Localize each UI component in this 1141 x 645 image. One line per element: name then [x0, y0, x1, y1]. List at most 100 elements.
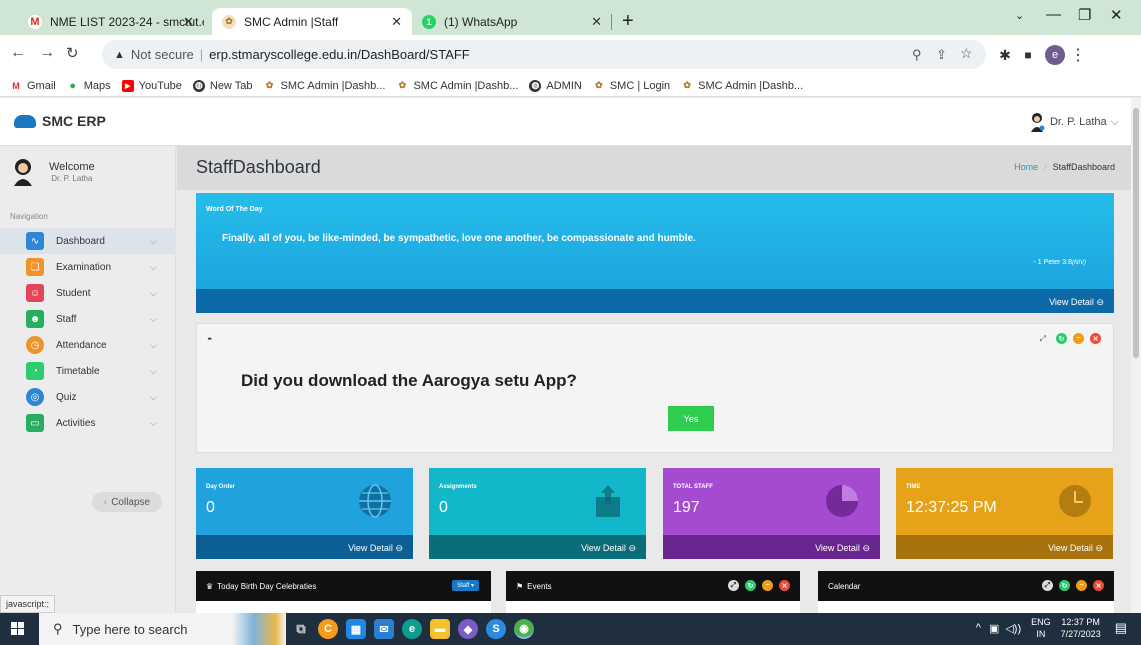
- bookmark-star-icon[interactable]: ☆: [960, 45, 973, 62]
- close-icon[interactable]: ✕: [1090, 333, 1101, 344]
- taskbar-clock[interactable]: 12:37 PM 7/27/2023: [1061, 616, 1101, 640]
- refresh-icon[interactable]: ↻: [1059, 580, 1070, 591]
- scrollbar-thumb[interactable]: [1133, 108, 1139, 358]
- side-panel-icon[interactable]: ■: [1018, 45, 1038, 65]
- expand-icon[interactable]: ⤢: [728, 580, 739, 591]
- zoom-icon[interactable]: ⚲: [912, 47, 922, 63]
- bookmark-smc-admin-1[interactable]: ✿ SMC Admin |Dashb...: [263, 80, 386, 92]
- collapse-label: Collapse: [111, 496, 151, 508]
- network-icon[interactable]: ▣: [989, 622, 999, 635]
- notification-icon[interactable]: ▤: [1115, 620, 1127, 636]
- refresh-icon[interactable]: ↻: [745, 580, 756, 591]
- minimize-icon[interactable]: −: [1076, 580, 1087, 591]
- stat-value: 0: [206, 499, 215, 516]
- pie-icon: [826, 485, 858, 517]
- new-tab-button[interactable]: +: [622, 10, 634, 33]
- store-icon[interactable]: ▦: [346, 619, 366, 639]
- app-logo[interactable]: SMC ERP: [14, 113, 106, 129]
- card-footer: View Detail ⊖: [429, 535, 646, 559]
- view-detail-link[interactable]: View Detail ⊖: [815, 543, 870, 554]
- collapse-button[interactable]: ‹ Collapse: [92, 492, 162, 512]
- close-icon[interactable]: ✕: [591, 14, 602, 30]
- view-detail-link[interactable]: View Detail ⊖: [1049, 297, 1104, 308]
- bookmark-smc-admin-3[interactable]: ✿ SMC Admin |Dashb...: [681, 80, 803, 92]
- clock-date: 7/27/2023: [1060, 629, 1101, 639]
- breadcrumb-home-link[interactable]: Home: [1014, 162, 1038, 172]
- smc-icon: ✿: [265, 80, 274, 90]
- minimize-icon[interactable]: −: [762, 580, 773, 591]
- page-scrollbar[interactable]: [1131, 98, 1141, 613]
- extensions-icon[interactable]: ✱: [995, 45, 1015, 65]
- edge-icon[interactable]: e: [402, 619, 422, 639]
- search-highlight-image: [232, 613, 286, 645]
- sidebar-item-attendance[interactable]: ◷ Attendance ⌵: [0, 332, 176, 358]
- verse-reference: - 1 Peter 3:8(NIV): [1033, 259, 1086, 266]
- sidebar-item-quiz[interactable]: ◎ Quiz ⌵: [0, 384, 176, 410]
- taskbar-search-input[interactable]: ⚲ Type here to search: [39, 613, 232, 645]
- view-detail-link[interactable]: View Detail ⊖: [348, 543, 403, 554]
- window-close-button[interactable]: ✕: [1110, 6, 1123, 24]
- timetable-icon: ◔: [26, 362, 44, 380]
- volume-icon[interactable]: ◁)): [1005, 622, 1021, 635]
- task-view-icon[interactable]: ⧉: [291, 619, 311, 639]
- close-icon[interactable]: ✕: [1093, 580, 1104, 591]
- language-indicator[interactable]: ENG IN: [1031, 616, 1051, 640]
- yes-button[interactable]: Yes: [668, 406, 714, 431]
- bookmark-gmail[interactable]: M Gmail: [10, 80, 55, 92]
- share-icon[interactable]: ⇪: [936, 47, 947, 63]
- app-blue-icon[interactable]: ◆: [458, 619, 478, 639]
- aarogya-question: Did you download the Aarogya setu App?: [241, 371, 577, 390]
- windows-start-icon[interactable]: [11, 622, 25, 636]
- mail-icon[interactable]: ✉: [374, 619, 394, 639]
- tab-smc-admin-staff[interactable]: ✿ SMC Admin |Staff ✕: [212, 8, 412, 35]
- smc-icon: ✿: [595, 80, 603, 90]
- reload-icon[interactable]: ↻: [66, 44, 79, 62]
- app-c-icon[interactable]: C: [318, 619, 338, 639]
- breadcrumb-separator: /: [1044, 162, 1047, 172]
- chrome-menu-icon[interactable]: ⋮: [1068, 45, 1088, 65]
- tab-nme-list[interactable]: M NME LIST 2023-24 - smctut.erp2( ✕: [18, 8, 204, 35]
- close-icon[interactable]: ✕: [779, 580, 790, 591]
- url-field[interactable]: ▲ Not secure | erp.stmaryscollege.edu.in…: [102, 40, 986, 69]
- tab-whatsapp[interactable]: 1 (1) WhatsApp ✕: [412, 8, 612, 35]
- sidebar-item-examination[interactable]: ❑ Examination ⌵: [0, 254, 176, 280]
- bookmark-new-tab[interactable]: ◍ New Tab: [192, 79, 252, 92]
- restore-button[interactable]: ❐: [1078, 6, 1091, 24]
- bookmark-maps[interactable]: ● Maps: [67, 80, 110, 92]
- sidebar-item-student[interactable]: ☺ Student ⌵: [0, 280, 176, 306]
- sidebar-item-dashboard[interactable]: ∿ Dashboard ⌵: [0, 228, 176, 254]
- sidebar-item-activities[interactable]: ▭ Activities ⌵: [0, 410, 176, 436]
- user-menu[interactable]: Dr. P. Latha ⌵: [1029, 112, 1119, 132]
- minimize-icon[interactable]: −: [1073, 333, 1084, 344]
- file-explorer-icon[interactable]: ▬: [430, 619, 450, 639]
- chevron-down-icon: ⌵: [150, 417, 157, 428]
- back-icon[interactable]: ←: [10, 44, 26, 62]
- forward-icon[interactable]: →: [39, 44, 55, 62]
- bookmark-smc-admin-2[interactable]: ✿ SMC Admin |Dashb...: [396, 80, 519, 92]
- expand-icon[interactable]: ⤢: [1040, 334, 1046, 344]
- bookmark-admin[interactable]: ◍ ADMIN: [529, 79, 582, 92]
- chrome-icon[interactable]: ◉: [514, 619, 534, 639]
- view-detail-link[interactable]: View Detail ⊖: [1048, 543, 1103, 554]
- sidebar-item-timetable[interactable]: ◔ Timetable ⌵: [0, 358, 176, 384]
- bookmark-smc-login[interactable]: ✿ SMC | Login: [593, 80, 670, 92]
- windows-taskbar: ⚲ Type here to search ⧉ C ▦ ✉ e ▬ ◆ S ◉ …: [0, 613, 1141, 645]
- view-detail-label: View Detail: [815, 543, 860, 553]
- close-icon[interactable]: ✕: [391, 14, 402, 30]
- profile-avatar[interactable]: e: [1045, 45, 1065, 65]
- bookmark-youtube[interactable]: ▶ YouTube: [121, 79, 182, 92]
- clock-icon: [1059, 485, 1091, 517]
- view-detail-link[interactable]: View Detail ⊖: [581, 543, 636, 554]
- smc-icon: ✿: [683, 80, 691, 90]
- sidebar-item-label: Examination: [56, 261, 112, 273]
- tab-search-icon[interactable]: ⌄: [1015, 9, 1024, 22]
- close-icon[interactable]: ✕: [183, 14, 194, 30]
- bible-version: (NIV): [1072, 260, 1086, 266]
- expand-icon[interactable]: ⤢: [1042, 580, 1053, 591]
- skype-icon[interactable]: S: [486, 619, 506, 639]
- staff-dropdown-button[interactable]: Staff ▾: [452, 580, 479, 591]
- minimize-button[interactable]: —: [1046, 6, 1061, 23]
- sidebar-item-staff[interactable]: ☻ Staff ⌵: [0, 306, 176, 332]
- refresh-icon[interactable]: ↻: [1056, 333, 1067, 344]
- chevron-up-icon[interactable]: ^: [976, 622, 981, 634]
